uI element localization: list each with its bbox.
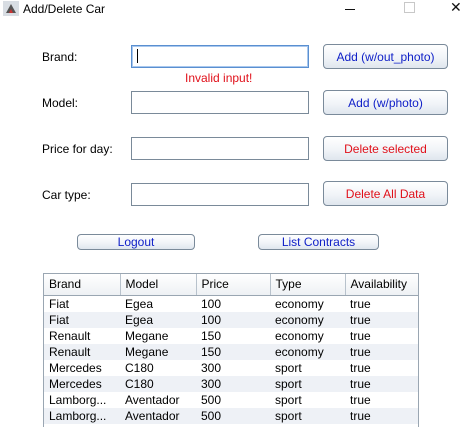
text-caret: [137, 49, 138, 63]
error-message: Invalid input!: [185, 71, 253, 85]
table-row[interactable]: Lamborg... Aventador 500 sport true: [44, 407, 418, 424]
cell-price: 150: [201, 328, 222, 343]
cell-brand: Mercedes: [44, 375, 120, 392]
table-header-row: Brand Model Price Type Availability: [44, 274, 418, 296]
cell-model: Megane: [120, 343, 196, 360]
model-input[interactable]: [131, 91, 309, 114]
column-header-brand[interactable]: Brand: [44, 274, 121, 296]
cell-brand: Fiat: [44, 311, 120, 328]
add-with-photo-button[interactable]: Add (w/photo): [323, 90, 448, 115]
table-row[interactable]: Mercedes C180 300 sport true: [44, 375, 418, 392]
cell-brand: Renault: [49, 328, 91, 343]
window-title: Add/Delete Car: [23, 2, 106, 16]
cell-price: 150: [196, 343, 270, 360]
cell-model: Megane: [125, 328, 169, 343]
cell-price: 100: [201, 296, 222, 311]
add-without-photo-button[interactable]: Add (w/out_photo): [323, 44, 448, 69]
cell-availability: true: [345, 407, 418, 424]
cell-type: economy: [270, 343, 345, 360]
cell-availability: true: [345, 343, 418, 360]
cell-price: 500: [201, 392, 222, 407]
delete-selected-button[interactable]: Delete selected: [323, 136, 448, 161]
price-label: Price for day:: [42, 142, 113, 156]
cell-availability: true: [350, 392, 371, 407]
cell-model: Aventador: [125, 392, 180, 407]
cell-brand: Renault: [44, 343, 120, 360]
cell-brand: Fiat: [49, 296, 70, 311]
cell-type: sport: [275, 360, 302, 375]
column-header-price[interactable]: Price: [196, 274, 271, 296]
cell-type: sport: [270, 375, 345, 392]
java-app-icon: [3, 1, 19, 16]
cell-model: C180: [125, 360, 154, 375]
table-row[interactable]: Mercedes C180 300 sport true: [44, 360, 418, 376]
model-label: Model:: [42, 96, 79, 110]
list-contracts-button[interactable]: List Contracts: [258, 234, 379, 250]
close-icon[interactable]: ✕: [450, 0, 462, 14]
cell-price: 300: [201, 360, 222, 375]
cell-brand: Lamborg...: [44, 407, 120, 424]
title-bar: Add/Delete Car ✕: [0, 0, 464, 18]
column-header-type[interactable]: Type: [270, 274, 346, 296]
column-header-availability[interactable]: Availability: [345, 274, 418, 296]
brand-label: Brand:: [42, 50, 78, 64]
minimize-icon[interactable]: [345, 9, 355, 10]
cell-price: 500: [196, 407, 270, 424]
cell-availability: true: [350, 360, 371, 375]
cell-type: economy: [275, 296, 324, 311]
cell-model: C180: [120, 375, 196, 392]
cell-type: economy: [270, 311, 345, 328]
cell-price: 100: [196, 311, 270, 328]
table-row[interactable]: Lamborg... Aventador 500 sport true: [44, 392, 418, 408]
maximize-icon[interactable]: [404, 2, 415, 13]
table-row[interactable]: Fiat Egea 100 economy true: [44, 311, 418, 328]
cell-type: economy: [275, 328, 324, 343]
car-type-input[interactable]: [131, 183, 309, 206]
cell-type: sport: [275, 392, 302, 407]
cell-availability: true: [350, 328, 371, 343]
cell-model: Aventador: [120, 407, 196, 424]
cell-model: Egea: [125, 296, 154, 311]
cars-table[interactable]: Brand Model Price Type Availability Fiat…: [43, 273, 419, 427]
cell-availability: true: [350, 296, 371, 311]
table-row[interactable]: Renault Megane 150 economy true: [44, 343, 418, 360]
column-header-model[interactable]: Model: [120, 274, 197, 296]
brand-input[interactable]: [131, 45, 309, 68]
table-row[interactable]: Renault Megane 150 economy true: [44, 328, 418, 344]
price-input[interactable]: [131, 137, 309, 160]
cell-availability: true: [345, 311, 418, 328]
cell-type: sport: [270, 407, 345, 424]
cell-model: Egea: [120, 311, 196, 328]
cell-availability: true: [345, 375, 418, 392]
car-type-label: Car type:: [42, 188, 91, 202]
logout-button[interactable]: Logout: [77, 234, 195, 250]
delete-all-data-button[interactable]: Delete All Data: [323, 181, 448, 206]
cell-brand: Mercedes: [49, 360, 102, 375]
cell-price: 300: [196, 375, 270, 392]
table-row[interactable]: Fiat Egea 100 economy true: [44, 295, 418, 312]
cell-brand: Lamborg...: [49, 392, 107, 407]
